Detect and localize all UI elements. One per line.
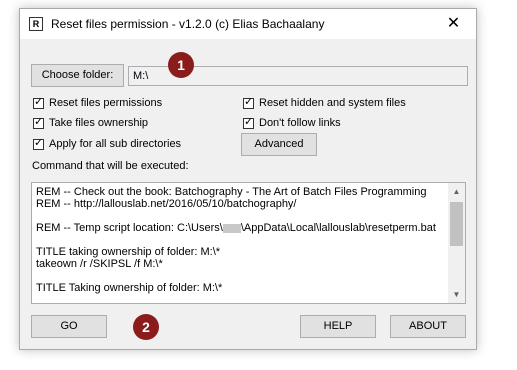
command-line: TITLE Taking ownership of folder: M:\*	[36, 282, 223, 294]
reset-hidden-label: Reset hidden and system files	[259, 97, 406, 109]
checkmark-icon: ✓	[244, 95, 254, 108]
close-button[interactable]: ✕	[431, 9, 476, 39]
checkmark-icon: ✓	[244, 115, 254, 128]
command-line: REM -- Check out the book: Batchography …	[36, 186, 427, 198]
command-line	[36, 234, 448, 246]
app-icon: R	[29, 17, 43, 31]
about-button[interactable]: ABOUT	[390, 315, 466, 338]
command-line-temp-location: REM -- Temp script location: C:\Users\ \A…	[36, 222, 448, 234]
command-heading: Command that will be executed:	[32, 160, 189, 172]
reset-permissions-label: Reset files permissions	[49, 97, 163, 109]
apply-subdirs-checkbox[interactable]: ✓	[33, 136, 44, 150]
take-ownership-checkbox[interactable]: ✓	[33, 115, 44, 129]
checkmark-icon: ✓	[34, 95, 44, 108]
command-line: TITLE taking ownership of folder: M:\*	[36, 246, 221, 258]
apply-subdirs-option[interactable]: ✓ Apply for all sub directories	[33, 136, 182, 150]
apply-subdirs-label: Apply for all sub directories	[49, 138, 182, 150]
command-line-prefix: REM -- Temp script location: C:\Users\	[36, 222, 223, 234]
choose-folder-button[interactable]: Choose folder:	[31, 64, 124, 87]
reset-hidden-option[interactable]: ✓ Reset hidden and system files	[243, 95, 406, 109]
command-line: REM -- http://lallouslab.net/2016/05/10/…	[36, 198, 297, 210]
title-bar: R Reset files permission - v1.2.0 (c) El…	[20, 9, 476, 39]
go-button[interactable]: GO	[31, 315, 107, 338]
command-line: takeown /r /SKIPSL /f M:\*	[36, 258, 163, 270]
advanced-button[interactable]: Advanced	[241, 133, 317, 156]
checkmark-icon: ✓	[34, 136, 44, 149]
command-text: REM -- Check out the book: Batchography …	[36, 186, 448, 294]
dont-follow-links-checkbox[interactable]: ✓	[243, 115, 254, 129]
dont-follow-links-label: Don't follow links	[259, 117, 341, 129]
scroll-up-icon[interactable]: ▲	[448, 183, 465, 200]
dont-follow-links-option[interactable]: ✓ Don't follow links	[243, 115, 341, 129]
close-icon: ✕	[446, 15, 461, 32]
checkmark-icon: ✓	[34, 115, 44, 128]
take-ownership-option[interactable]: ✓ Take files ownership	[33, 115, 149, 129]
command-line-suffix: \AppData\Local\lallouslab\resetperm.bat	[240, 222, 436, 234]
reset-permissions-checkbox[interactable]: ✓	[33, 95, 44, 109]
command-textbox[interactable]: REM -- Check out the book: Batchography …	[31, 182, 466, 304]
folder-path-value: M:\	[133, 70, 149, 82]
annotation-badge-1: 1	[168, 52, 194, 78]
command-line	[36, 270, 448, 282]
help-button[interactable]: HELP	[300, 315, 376, 338]
vertical-scrollbar[interactable]: ▲ ▼	[448, 183, 465, 303]
annotation-badge-2: 2	[133, 314, 159, 340]
take-ownership-label: Take files ownership	[49, 117, 149, 129]
reset-hidden-checkbox[interactable]: ✓	[243, 95, 254, 109]
scroll-down-icon[interactable]: ▼	[448, 286, 465, 303]
window-title: Reset files permission - v1.2.0 (c) Elia…	[51, 17, 325, 31]
reset-permissions-option[interactable]: ✓ Reset files permissions	[33, 95, 163, 109]
redacted-username	[222, 223, 241, 233]
scroll-thumb[interactable]	[450, 202, 463, 246]
app-window: R Reset files permission - v1.2.0 (c) El…	[19, 8, 477, 350]
command-line	[36, 210, 448, 222]
